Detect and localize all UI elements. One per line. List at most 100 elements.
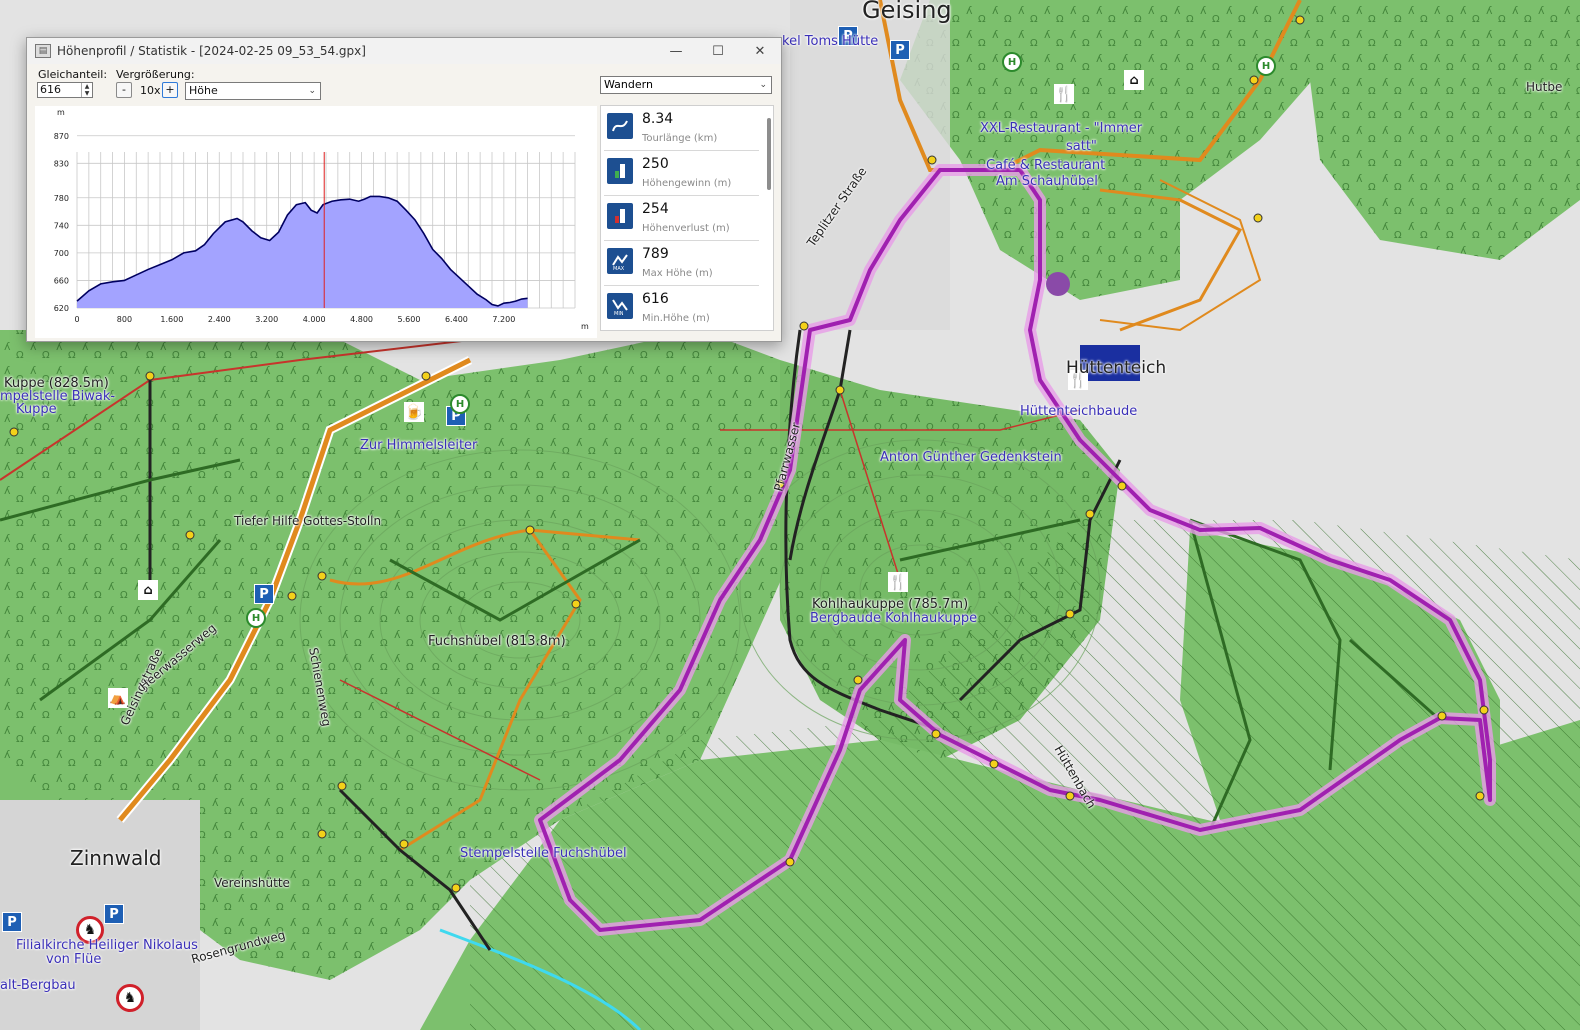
bus-stop-icon[interactable]: H xyxy=(1256,56,1276,76)
window-title: Höhenprofil / Statistik - [2024-02-25 09… xyxy=(57,44,366,58)
zoom-out-button[interactable]: - xyxy=(116,82,132,98)
maximize-button[interactable]: ☐ xyxy=(697,38,739,64)
place-label: Hutbe xyxy=(1526,80,1563,94)
poi-label: Café & Restaurant xyxy=(986,158,1106,173)
profile-toolbar: Gleichanteil: 616 ▲ ▼ Vergrößerung: - 10x… xyxy=(27,64,599,104)
zoom-in-button[interactable]: + xyxy=(162,82,178,98)
y-tick-label: 660 xyxy=(54,276,69,285)
y-axis-ticks: 620 660 700 740 780 830 870 xyxy=(54,132,69,313)
x-tick-label: 4.000 xyxy=(303,315,326,324)
min-height-icon: MIN xyxy=(607,293,633,319)
stat-row: MAX 789 Max Höhe (m) xyxy=(604,241,759,286)
poi-label: kel Toms Hütte xyxy=(782,34,879,49)
parking-icon[interactable]: P xyxy=(254,584,274,604)
axis-select[interactable]: Höhe ⌄ xyxy=(185,82,321,100)
beer-garden-icon[interactable]: 🍺 xyxy=(404,402,424,422)
x-axis-ticks: 0 800 1.600 2.400 3.200 4.000 4.800 5.600 6.400 7… xyxy=(74,315,515,324)
no-riding-sign-icon: ♞ xyxy=(116,984,144,1012)
app-icon: ▤ xyxy=(35,44,51,58)
restaurant-icon[interactable]: 🍴 xyxy=(1054,84,1074,104)
stat-label: Min.Höhe (m) xyxy=(642,313,710,324)
poi-label: XXL-Restaurant - "Immer xyxy=(980,121,1143,136)
elevation-loss-icon xyxy=(607,203,633,229)
close-button[interactable]: ✕ xyxy=(739,38,781,64)
y-axis-unit: m xyxy=(57,108,65,117)
elevation-gain-icon xyxy=(607,158,633,184)
y-tick-label: 620 xyxy=(54,304,69,313)
x-tick-label: 4.800 xyxy=(350,315,373,324)
statistics-panel: 8.34 Tourlänge (km) 250 Höhengewinn (m) … xyxy=(600,105,774,331)
peak-label: Fuchshübel (813.8m) xyxy=(428,634,566,649)
elevation-profile-window[interactable]: ▤ Höhenprofil / Statistik - [2024-02-25 … xyxy=(26,37,782,342)
chevron-down-icon: ⌄ xyxy=(308,86,316,96)
elevation-area xyxy=(77,196,528,308)
smoothing-value: 616 xyxy=(40,83,61,96)
stat-row: 8.34 Tourlänge (km) xyxy=(604,106,759,151)
smoothing-label: Gleichanteil: xyxy=(38,68,108,81)
x-tick-label: 1.600 xyxy=(160,315,183,324)
stat-value: 789 xyxy=(642,246,669,262)
stat-label: Höhengewinn (m) xyxy=(642,178,732,189)
stat-label: Max Höhe (m) xyxy=(642,268,713,279)
poi-label: Am Schauhübel xyxy=(996,174,1098,189)
zoom-value: 10x xyxy=(140,84,161,97)
max-height-icon: MAX xyxy=(607,248,633,274)
parking-icon[interactable]: P xyxy=(104,904,124,924)
poi-label: Zur Himmelsleiter xyxy=(360,438,478,453)
window-titlebar[interactable]: ▤ Höhenprofil / Statistik - [2024-02-25 … xyxy=(27,38,781,64)
y-tick-label: 740 xyxy=(54,221,69,230)
stat-row: MIN 616 Min.Höhe (m) xyxy=(604,286,759,330)
minimize-button[interactable]: — xyxy=(655,38,697,64)
stat-label: Tourlänge (km) xyxy=(642,133,718,144)
x-tick-label: 7.200 xyxy=(492,315,515,324)
smoothing-spinner[interactable]: 616 ▲ ▼ xyxy=(37,82,93,98)
x-tick-label: 2.400 xyxy=(208,315,231,324)
stats-scrollbar[interactable] xyxy=(767,118,771,190)
activity-select-value: Wandern xyxy=(604,78,653,91)
position-marker xyxy=(1046,272,1070,296)
shelter-icon[interactable]: ⌂ xyxy=(1124,70,1144,90)
stat-label: Höhenverlust (m) xyxy=(642,223,730,234)
stat-value: 616 xyxy=(642,291,669,307)
x-tick-label: 5.600 xyxy=(398,315,421,324)
parking-icon[interactable]: P xyxy=(890,40,910,60)
svg-text:MIN: MIN xyxy=(614,311,624,316)
stat-value: 8.34 xyxy=(642,111,674,127)
poi-label: alt-Bergbau xyxy=(0,978,76,993)
y-tick-label: 780 xyxy=(54,194,69,203)
stat-row: 254 Höhenverlust (m) xyxy=(604,196,759,241)
x-tick-label: 800 xyxy=(117,315,132,324)
stat-value: 254 xyxy=(642,201,669,217)
poi-label: von Flüe xyxy=(46,952,102,967)
town-label-zinnwald: Zinnwald xyxy=(70,846,162,870)
y-tick-label: 830 xyxy=(54,159,69,168)
place-label-huettenteich: Hüttenteich xyxy=(1066,358,1167,378)
bus-stop-icon[interactable]: H xyxy=(246,608,266,628)
poi-label: Kuppe xyxy=(16,402,57,417)
bus-stop-icon[interactable]: H xyxy=(450,394,470,414)
activity-select[interactable]: Wandern ⌄ xyxy=(600,76,772,94)
poi-label: satt" xyxy=(1066,139,1097,154)
poi-label: Vereinshütte xyxy=(214,876,290,890)
poi-label: Tiefer Hilfe Gottes-Stolln xyxy=(234,514,382,528)
stat-value: 250 xyxy=(642,156,669,172)
poi-label: Stempelstelle Fuchshübel xyxy=(460,846,627,861)
zoom-label: Vergrößerung: xyxy=(116,68,195,81)
poi-label: Bergbaude Kohlhaukuppe xyxy=(810,611,978,626)
y-tick-label: 700 xyxy=(54,249,69,258)
bus-stop-icon[interactable]: H xyxy=(1002,52,1022,72)
poi-label: Hüttenteichbaude xyxy=(1020,404,1138,419)
restaurant-icon[interactable]: 🍴 xyxy=(888,572,908,592)
settlement-zinnwald xyxy=(0,800,200,1030)
spinner-arrows-icon[interactable]: ▲ ▼ xyxy=(81,83,92,97)
stat-row: 250 Höhengewinn (m) xyxy=(604,151,759,196)
poi-label: Anton Günther Gedenkstein xyxy=(880,450,1062,465)
x-tick-label: 6.400 xyxy=(445,315,468,324)
elevation-chart[interactable]: 620 660 700 740 780 830 870 0 800 1.600 2.400 3.20… xyxy=(35,106,597,338)
parking-icon[interactable]: P xyxy=(2,912,22,932)
town-label-geising: Geising xyxy=(862,0,952,24)
x-axis-unit: m xyxy=(581,322,589,331)
shelter-icon[interactable]: ⌂ xyxy=(138,580,158,600)
axis-select-value: Höhe xyxy=(189,84,218,97)
x-tick-label: 0 xyxy=(74,315,79,324)
